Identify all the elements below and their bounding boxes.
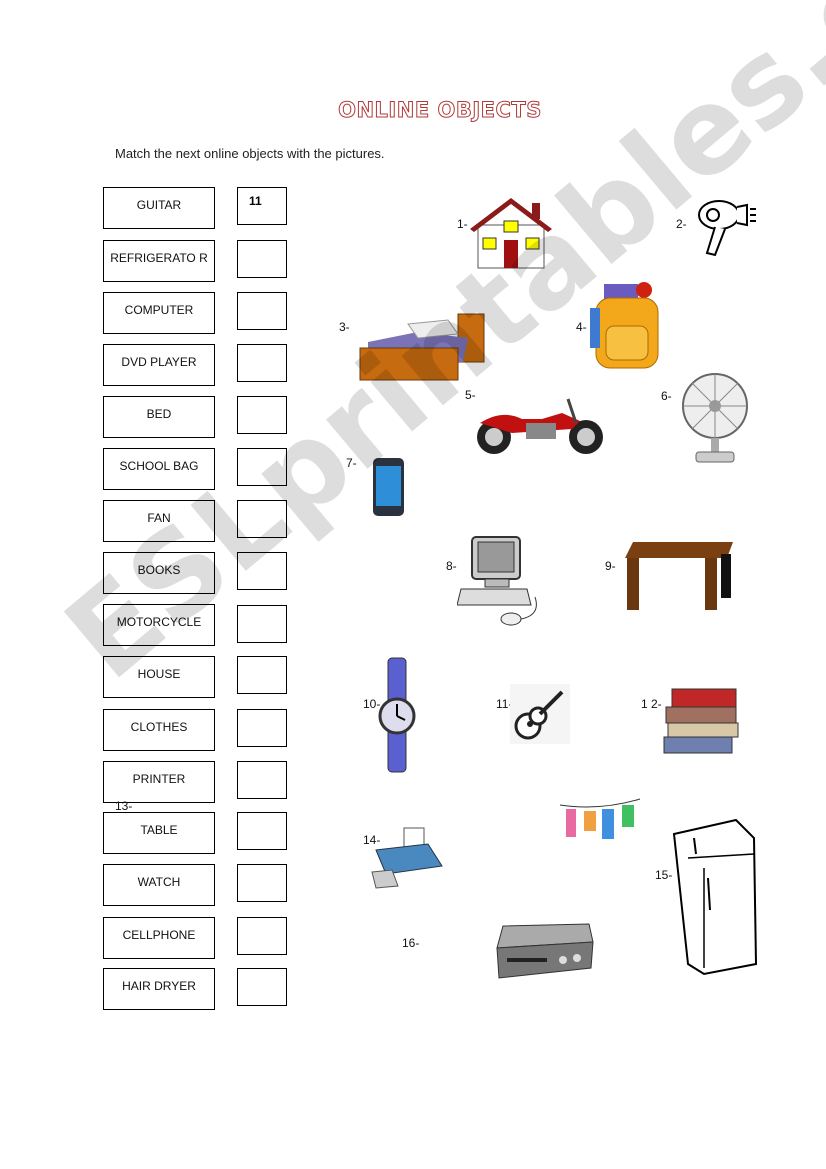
computer-icon [457, 536, 537, 626]
picture-number: 4- [576, 320, 587, 334]
answer-box[interactable] [237, 344, 287, 382]
word-box: CELLPHONE [103, 917, 215, 959]
refrigerator-icon [672, 818, 758, 976]
picture-number: 9- [605, 559, 616, 573]
picture-number: 1- [457, 217, 468, 231]
printer-icon [371, 827, 443, 889]
word-box: PRINTER [103, 761, 215, 803]
word-box: CLOTHES [103, 709, 215, 751]
picture-number: 16- [402, 936, 420, 950]
picture-number: 2- [676, 217, 687, 231]
word-box: GUITAR [103, 187, 215, 229]
answer-box[interactable]: 11 [237, 187, 287, 225]
dvd-player-icon [496, 923, 594, 979]
answer-box[interactable] [237, 864, 287, 902]
school-bag-icon [590, 282, 659, 369]
house-icon [470, 198, 552, 269]
word-box: WATCH [103, 864, 215, 906]
worksheet-page: ONLINE OBJECTS Match the next online obj… [0, 0, 826, 1169]
page-title: ONLINE OBJECTS [338, 98, 542, 123]
bed-icon [359, 313, 485, 381]
word-box: DVD PLAYER [103, 344, 215, 386]
picture-number: 3- [339, 320, 350, 334]
word-box: SCHOOL BAG [103, 448, 215, 490]
answer-box[interactable] [237, 396, 287, 434]
picture-number: 1 2- [641, 697, 662, 711]
hair-dryer-icon [698, 200, 756, 257]
answer-box[interactable] [237, 605, 287, 643]
answer-box[interactable] [237, 812, 287, 850]
fan-icon [682, 373, 748, 463]
word-box: BOOKS [103, 552, 215, 594]
answer-box[interactable] [237, 761, 287, 799]
word-box: REFRIGERATO R [103, 240, 215, 282]
answer-box[interactable] [237, 968, 287, 1006]
word-box: TABLE [103, 812, 215, 854]
picture-number: 13- [115, 799, 133, 813]
answer-box[interactable] [237, 500, 287, 538]
answer-box[interactable] [237, 552, 287, 590]
picture-number: 7- [346, 456, 357, 470]
word-box: COMPUTER [103, 292, 215, 334]
guitar-icon [510, 684, 570, 744]
instruction: Match the next online objects with the p… [115, 146, 385, 161]
answer-box[interactable] [237, 448, 287, 486]
watch-icon [378, 657, 416, 773]
picture-number: 6- [661, 389, 672, 403]
word-box: BED [103, 396, 215, 438]
clothes-icon [559, 798, 641, 839]
answer-box[interactable] [237, 292, 287, 330]
answer-box[interactable] [237, 656, 287, 694]
word-box: HAIR DRYER [103, 968, 215, 1010]
word-box: MOTORCYCLE [103, 604, 215, 646]
table-icon [625, 542, 733, 610]
motorcycle-icon [477, 398, 603, 454]
answer-box[interactable] [237, 917, 287, 955]
word-box: HOUSE [103, 656, 215, 698]
picture-number: 8- [446, 559, 457, 573]
answer-box[interactable] [237, 240, 287, 278]
cellphone-icon [373, 458, 404, 516]
word-box: FAN [103, 500, 215, 542]
books-icon [663, 688, 739, 754]
answer-box[interactable] [237, 709, 287, 747]
